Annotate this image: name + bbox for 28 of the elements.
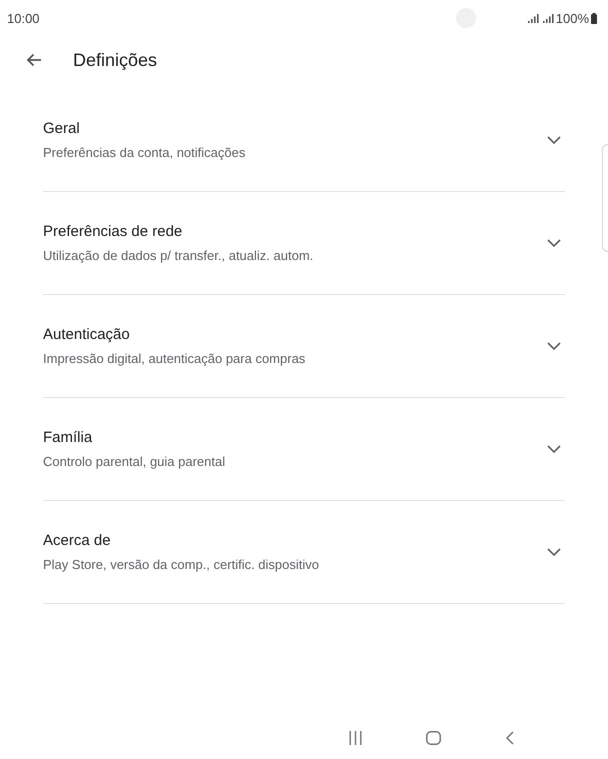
- signal-icon: [542, 14, 554, 22]
- settings-section[interactable]: Preferências de rede Utilização de dados p/ transfer., atualiz. autom.: [43, 192, 565, 295]
- back-nav-button[interactable]: [505, 730, 514, 746]
- section-title: Geral: [43, 119, 80, 139]
- battery-icon: [591, 12, 597, 24]
- section-title: Preferências de rede: [43, 222, 182, 242]
- settings-section[interactable]: Geral Preferências da conta, notificações: [43, 89, 565, 192]
- back-nav-icon: [505, 731, 514, 745]
- page-title: Definições: [73, 50, 158, 70]
- section-subtitle: Play Store, versão da comp., certific. dispositivo: [43, 556, 320, 574]
- section-subtitle: Impressão digital, autenticação para compras: [43, 350, 306, 368]
- section-subtitle: Preferências da conta, notificações: [43, 144, 246, 162]
- battery-percent: 100%: [556, 10, 589, 26]
- section-title: Acerca de: [43, 531, 111, 551]
- signal-icon: [528, 14, 539, 22]
- back-arrow-icon: [26, 53, 42, 67]
- settings-section[interactable]: Autenticação Impressão digital, autenticação para compras: [43, 295, 565, 398]
- home-icon: [426, 731, 441, 745]
- section-title: Autenticação: [43, 325, 130, 345]
- recent-apps-icon: [349, 731, 362, 745]
- section-title: Família: [43, 428, 92, 448]
- section-subtitle: Controlo parental, guia parental: [43, 453, 226, 471]
- settings-section[interactable]: Família Controlo parental, guia parental: [43, 398, 565, 501]
- status-time: 10:00: [7, 10, 41, 26]
- recent-apps-button[interactable]: [349, 730, 362, 746]
- home-button[interactable]: [426, 730, 441, 746]
- section-subtitle: Utilização de dados p/ transfer., atualiz. autom.: [43, 247, 314, 265]
- settings-section[interactable]: Acerca de Play Store, versão da comp., certific. dispositivo: [43, 501, 565, 604]
